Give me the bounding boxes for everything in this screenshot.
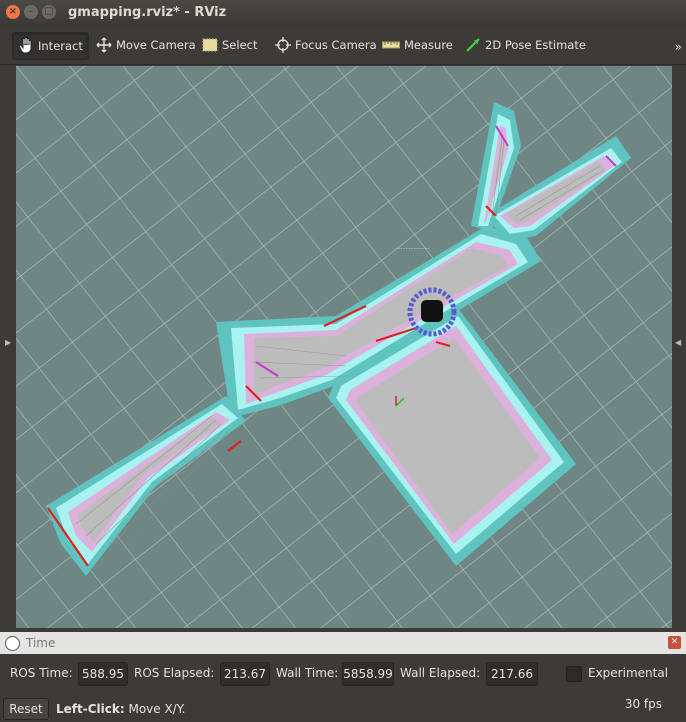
- move-camera-tool-button[interactable]: Move Camera: [96, 32, 196, 58]
- hint-text: Move X/Y.: [124, 702, 186, 716]
- focus-camera-tool-button[interactable]: Focus Camera: [275, 32, 377, 58]
- experimental-label: Experimental: [588, 666, 669, 680]
- 2d-pose-estimate-tool-button[interactable]: 2D Pose Estimate: [465, 32, 586, 58]
- maximize-window-button[interactable]: □: [42, 5, 56, 19]
- status-bar: Reset Left-Click: Move X/Y. 30 fps: [0, 694, 686, 722]
- focus-camera-tool-label: Focus Camera: [295, 38, 377, 52]
- close-panel-button[interactable]: ✕: [668, 636, 681, 649]
- measure-tool-label: Measure: [404, 38, 453, 52]
- svg-text:·····················: ·····················: [396, 246, 430, 252]
- title-bar: × – □ gmapping.rviz* - RViz: [0, 0, 686, 26]
- ros-elapsed-label: ROS Elapsed:: [134, 666, 215, 680]
- select-tool-button[interactable]: Select: [202, 32, 257, 58]
- ros-elapsed-field[interactable]: 213.67: [220, 662, 270, 686]
- crosshair-icon: [275, 37, 291, 53]
- wall-time-field[interactable]: 5858.99: [342, 662, 394, 686]
- window-title: gmapping.rviz* - RViz: [68, 5, 227, 20]
- reset-button[interactable]: Reset: [3, 698, 49, 720]
- move-arrows-icon: [96, 37, 112, 53]
- pose-arrow-icon: [466, 38, 480, 52]
- interact-tool-button[interactable]: Interact: [12, 32, 89, 60]
- time-panel: ROS Time: 588.95 ROS Elapsed: 213.67 Wal…: [0, 654, 686, 694]
- toolbar-overflow-button[interactable]: »: [675, 40, 682, 54]
- status-hint: Left-Click: Move X/Y.: [56, 702, 185, 716]
- wall-elapsed-label: Wall Elapsed:: [400, 666, 481, 680]
- right-dock-handle[interactable]: ◀: [671, 66, 685, 628]
- tool-bar: Interact Move Camera Select Focus Camera…: [0, 26, 686, 65]
- hint-key: Left-Click:: [56, 702, 125, 716]
- time-panel-title: Time: [26, 636, 56, 650]
- minimize-window-button[interactable]: –: [24, 5, 38, 19]
- move-camera-tool-label: Move Camera: [116, 38, 196, 52]
- 2d-pose-estimate-tool-label: 2D Pose Estimate: [485, 38, 586, 52]
- experimental-checkbox[interactable]: [566, 666, 582, 682]
- ruler-icon: [382, 41, 400, 49]
- expand-right-icon: ◀: [675, 338, 682, 347]
- select-box-icon: [202, 38, 218, 52]
- time-panel-header: Time ✕: [0, 632, 686, 654]
- wall-elapsed-field[interactable]: 217.66: [486, 662, 538, 686]
- clock-icon: [5, 636, 20, 651]
- fps-counter: 30 fps: [624, 697, 662, 711]
- select-tool-label: Select: [222, 38, 258, 52]
- hand-icon: [19, 37, 32, 54]
- wall-time-label: Wall Time:: [276, 666, 339, 680]
- 3d-render-viewport[interactable]: ·····················: [16, 66, 672, 628]
- interact-tool-label: Interact: [38, 39, 83, 53]
- ros-time-label: ROS Time:: [10, 666, 73, 680]
- expand-left-icon: ▶: [5, 338, 12, 347]
- left-dock-handle[interactable]: ▶: [1, 66, 15, 628]
- robot-body: [421, 300, 443, 322]
- close-window-button[interactable]: ×: [6, 5, 20, 19]
- map-canvas: ·····················: [16, 66, 672, 628]
- measure-tool-button[interactable]: Measure: [382, 32, 453, 58]
- ros-time-field[interactable]: 588.95: [78, 662, 128, 686]
